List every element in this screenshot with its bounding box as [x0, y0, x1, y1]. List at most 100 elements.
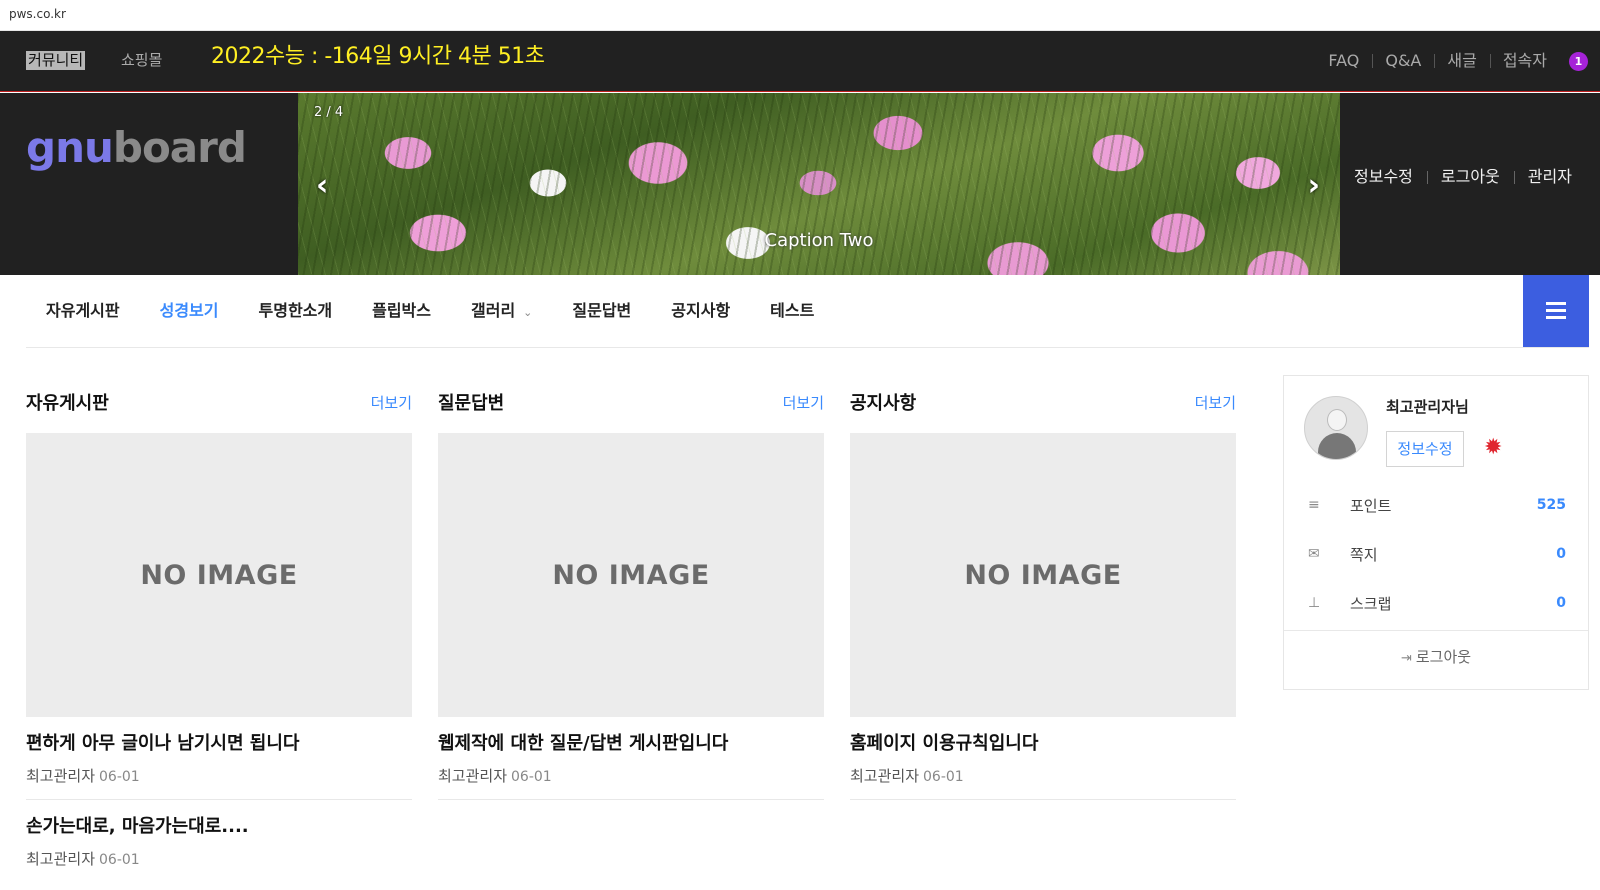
- post-date: 06-01: [511, 769, 552, 785]
- scrap-value: 0: [1556, 595, 1566, 611]
- memo-row[interactable]: ✉ 쪽지 0: [1308, 542, 1566, 566]
- nav-item-qna[interactable]: 질문답변: [572, 300, 631, 324]
- post-meta: 최고관리자 06-01: [850, 766, 1236, 787]
- slider-prev-icon[interactable]: ‹: [316, 171, 328, 201]
- chevron-down-icon: ⌄: [523, 306, 533, 319]
- tab-community[interactable]: 커뮤니티: [26, 51, 86, 70]
- top-bar: 커뮤니티 쇼핑몰 2022수능 : -164일 9시간 4분 51초 FAQ Q…: [0, 31, 1600, 92]
- visitors-link[interactable]: 접속자 1: [1489, 50, 1588, 72]
- sign-out-icon: ⇥: [1400, 651, 1412, 666]
- visitor-count-badge: 1: [1569, 52, 1588, 71]
- user-links: 정보수정 로그아웃 관리자: [1340, 166, 1586, 188]
- nav-item-flipbox[interactable]: 플립박스: [372, 300, 431, 324]
- point-row[interactable]: ≡ 포인트 525: [1308, 493, 1566, 517]
- logout-link[interactable]: 로그아웃: [1426, 166, 1514, 188]
- more-link[interactable]: 더보기: [371, 392, 412, 413]
- profile-logout-button[interactable]: ⇥ 로그아웃: [1284, 646, 1588, 667]
- menu-bar-icon: [1546, 302, 1566, 305]
- gear-icon[interactable]: ✹: [1484, 436, 1502, 460]
- board-title[interactable]: 공지사항: [850, 389, 916, 415]
- post-author: 최고관리자: [26, 850, 96, 868]
- board-thumbnail[interactable]: NO IMAGE: [438, 433, 824, 717]
- board-title[interactable]: 질문답변: [438, 389, 504, 415]
- post-author: 최고관리자: [850, 767, 920, 785]
- database-icon: ≡: [1308, 497, 1320, 513]
- nav-item-bible[interactable]: 성경보기: [160, 300, 219, 324]
- board-thumbnail[interactable]: NO IMAGE: [850, 433, 1236, 717]
- post-meta: 최고관리자 06-01: [438, 766, 824, 787]
- profile-logout-label: 로그아웃: [1415, 648, 1472, 666]
- memo-label: 쪽지: [1350, 545, 1378, 564]
- pin-icon: ⊥: [1308, 595, 1321, 611]
- scrap-label: 스크랩: [1350, 594, 1392, 613]
- post-meta: 최고관리자 06-01: [26, 849, 412, 870]
- scrap-row[interactable]: ⊥ 스크랩 0: [1308, 591, 1566, 615]
- post-title[interactable]: 손가는대로, 마음가는대로....: [26, 814, 412, 840]
- no-image-label: NO IMAGE: [964, 559, 1122, 591]
- site-logo[interactable]: gnuboard: [26, 123, 247, 172]
- nav-item-test[interactable]: 테스트: [770, 300, 814, 324]
- edit-profile-button[interactable]: 정보수정: [1386, 431, 1464, 467]
- faq-link[interactable]: FAQ: [1315, 50, 1372, 72]
- no-image-label: NO IMAGE: [140, 559, 298, 591]
- avatar: [1304, 396, 1368, 460]
- image-slider[interactable]: 2 / 4 ‹ › Caption Two: [298, 93, 1340, 275]
- divider: [1284, 630, 1588, 631]
- board-thumbnail[interactable]: NO IMAGE: [26, 433, 412, 717]
- board-qna: 질문답변 더보기 NO IMAGE 웹제작에 대한 질문/답변 게시판입니다 최…: [438, 390, 824, 800]
- url-text: pws.co.kr: [9, 7, 66, 21]
- nav-item-intro[interactable]: 투명한소개: [259, 300, 333, 324]
- list-item: 웹제작에 대한 질문/답변 게시판입니다 최고관리자 06-01: [438, 731, 824, 800]
- qna-link[interactable]: Q&A: [1372, 50, 1434, 72]
- post-meta: 최고관리자 06-01: [26, 766, 412, 787]
- visitors-label: 접속자: [1502, 51, 1547, 70]
- post-title[interactable]: 홈페이지 이용규칙입니다: [850, 731, 1236, 757]
- post-date: 06-01: [99, 852, 140, 868]
- nav-items: 자유게시판 성경보기 투명한소개 플립박스 갤러리 ⌄ 질문답변 공지사항 테스트: [26, 300, 834, 324]
- new-posts-link[interactable]: 새글: [1434, 50, 1489, 72]
- profile-box: 최고관리자님 정보수정 ✹ ≡ 포인트 525 ✉ 쪽지 0 ⊥ 스크랩 0 ⇥…: [1283, 375, 1589, 690]
- envelope-icon: ✉: [1308, 546, 1320, 562]
- tab-shop[interactable]: 쇼핑몰: [121, 51, 162, 70]
- point-value: 525: [1536, 497, 1566, 513]
- hamburger-menu-button[interactable]: [1523, 275, 1589, 347]
- main-nav: 자유게시판 성경보기 투명한소개 플립박스 갤러리 ⌄ 질문답변 공지사항 테스트: [26, 275, 1589, 348]
- slider-next-icon[interactable]: ›: [1308, 171, 1320, 201]
- exam-countdown: 2022수능 : -164일 9시간 4분 51초: [211, 44, 545, 69]
- nav-item-gallery[interactable]: 갤러리 ⌄: [471, 300, 532, 324]
- profile-name: 최고관리자님: [1386, 398, 1469, 416]
- no-image-label: NO IMAGE: [552, 559, 710, 591]
- list-item: 홈페이지 이용규칙입니다 최고관리자 06-01: [850, 731, 1236, 800]
- list-item: 손가는대로, 마음가는대로.... 최고관리자 06-01: [26, 814, 412, 882]
- menu-bar-icon: [1546, 316, 1566, 319]
- point-label: 포인트: [1350, 496, 1392, 515]
- avatar-body-icon: [1318, 433, 1356, 459]
- post-title[interactable]: 웹제작에 대한 질문/답변 게시판입니다: [438, 731, 824, 757]
- top-links: FAQ Q&A 새글 접속자 1: [1315, 50, 1588, 72]
- nav-item-free-board[interactable]: 자유게시판: [46, 300, 120, 324]
- post-author: 최고관리자: [26, 767, 96, 785]
- site-header: gnuboard 2 / 4 ‹ › Caption Two 정보수정 로그아웃…: [0, 93, 1600, 275]
- address-bar[interactable]: pws.co.kr: [0, 0, 1600, 31]
- edit-profile-link[interactable]: 정보수정: [1340, 166, 1427, 188]
- post-author: 최고관리자: [438, 767, 508, 785]
- avatar-head-icon: [1327, 409, 1347, 431]
- admin-link[interactable]: 관리자: [1513, 166, 1586, 188]
- nav-item-gallery-label: 갤러리: [471, 301, 516, 320]
- more-link[interactable]: 더보기: [1195, 392, 1236, 413]
- post-title[interactable]: 편하게 아무 글이나 남기시면 됩니다: [26, 731, 412, 757]
- logo-part-gnu: gnu: [26, 123, 114, 172]
- board-header: 공지사항 더보기: [850, 390, 1236, 414]
- nav-item-notice[interactable]: 공지사항: [671, 300, 730, 324]
- board-header: 질문답변 더보기: [438, 390, 824, 414]
- logo-part-board: board: [112, 123, 247, 172]
- board-header: 자유게시판 더보기: [26, 390, 412, 414]
- board-notice: 공지사항 더보기 NO IMAGE 홈페이지 이용규칙입니다 최고관리자 06-0…: [850, 390, 1236, 800]
- post-date: 06-01: [99, 769, 140, 785]
- post-date: 06-01: [923, 769, 964, 785]
- slide-caption: Caption Two: [764, 230, 874, 251]
- board-free: 자유게시판 더보기 NO IMAGE 편하게 아무 글이나 남기시면 됩니다 최…: [26, 390, 412, 882]
- list-item: 편하게 아무 글이나 남기시면 됩니다 최고관리자 06-01: [26, 731, 412, 800]
- board-title[interactable]: 자유게시판: [26, 389, 109, 415]
- more-link[interactable]: 더보기: [783, 392, 824, 413]
